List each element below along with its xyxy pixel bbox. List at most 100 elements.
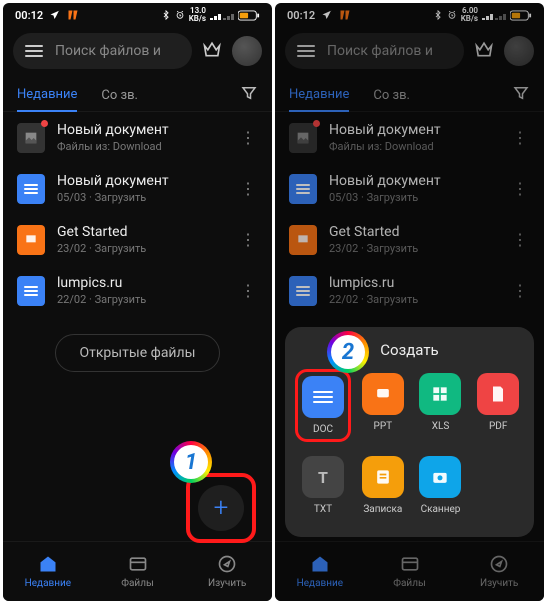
phone-screen-2: 00:12 6.00 KB/s xyxy=(275,3,544,601)
status-bar: 00:12 13.0 KB/s xyxy=(3,3,272,27)
tabs-row: Недавние Со зв. xyxy=(3,75,272,112)
status-time: 00:12 xyxy=(15,9,43,22)
file-sub: 22/02 · Загрузить xyxy=(329,293,498,306)
file-name: Get Started xyxy=(329,224,498,240)
file-row[interactable]: lumpics.ru 22/02 · Загрузить ⋮ xyxy=(3,265,272,316)
file-doc-icon xyxy=(289,174,317,204)
opt-label: XLS xyxy=(432,421,450,432)
filter-icon[interactable] xyxy=(512,84,530,106)
menu-icon[interactable] xyxy=(297,45,315,57)
nav-label: Файлы xyxy=(121,578,153,589)
more-icon[interactable]: ⋮ xyxy=(510,175,530,202)
premium-icon[interactable] xyxy=(202,40,222,62)
create-xls[interactable]: XLS xyxy=(415,369,467,442)
file-image-icon xyxy=(289,123,317,153)
more-icon[interactable]: ⋮ xyxy=(238,124,258,151)
file-image-icon xyxy=(17,123,45,153)
file-row[interactable]: Get Started 23/02 · Загрузить ⋮ xyxy=(3,214,272,265)
file-row[interactable]: lumpics.ru 22/02 · Загрузить ⋮ xyxy=(275,265,544,316)
signal-icon xyxy=(482,10,506,20)
file-row[interactable]: Новый документ 05/03 · Загрузить ⋮ xyxy=(275,163,544,214)
nav-recent[interactable]: Недавние xyxy=(3,542,93,601)
file-ppt-icon xyxy=(289,225,317,255)
more-icon[interactable]: ⋮ xyxy=(510,226,530,253)
search-box[interactable]: Поиск файлов и xyxy=(285,33,464,69)
file-row[interactable]: Get Started 23/02 · Загрузить ⋮ xyxy=(275,214,544,265)
nav-explore[interactable]: Изучить xyxy=(454,542,544,601)
file-name: lumpics.ru xyxy=(57,275,226,291)
nav-files[interactable]: Файлы xyxy=(93,542,183,601)
file-name: Get Started xyxy=(57,224,226,240)
bottom-nav: Недавние Файлы Изучить xyxy=(275,541,544,601)
bottom-nav: Недавние Файлы Изучить xyxy=(3,541,272,601)
search-box[interactable]: Поиск файлов и xyxy=(13,33,192,69)
file-name: Новый документ xyxy=(329,173,498,189)
file-sub: 23/02 · Загрузить xyxy=(57,242,226,255)
nav-label: Изучить xyxy=(480,578,518,589)
file-doc-icon xyxy=(289,276,317,306)
notification-dot xyxy=(313,120,320,127)
telegram-icon xyxy=(49,9,61,21)
more-icon[interactable]: ⋮ xyxy=(510,277,530,304)
opt-label: Записка xyxy=(363,504,402,515)
file-sub: 05/03 · Загрузить xyxy=(329,191,498,204)
create-note[interactable]: Записка xyxy=(357,452,409,519)
more-icon[interactable]: ⋮ xyxy=(238,175,258,202)
alarm-icon xyxy=(447,10,457,20)
telegram-icon xyxy=(321,9,333,21)
filter-icon[interactable] xyxy=(240,84,258,106)
notification-dot xyxy=(41,120,48,127)
alarm-icon xyxy=(175,10,185,20)
data-rate: 13.0 KB/s xyxy=(189,7,206,23)
signal-icon xyxy=(210,10,234,20)
create-ppt[interactable]: PPT xyxy=(357,369,409,442)
file-doc-icon xyxy=(17,276,45,306)
search-placeholder: Поиск файлов и xyxy=(327,43,433,59)
file-row[interactable]: Новый документ Файлы из: Download ⋮ xyxy=(275,112,544,163)
more-icon[interactable]: ⋮ xyxy=(510,124,530,151)
nav-explore[interactable]: Изучить xyxy=(182,542,272,601)
file-name: Новый документ xyxy=(57,122,226,138)
menu-icon[interactable] xyxy=(25,45,43,57)
battery-icon xyxy=(510,10,532,21)
callout-highlight xyxy=(186,473,256,543)
file-row[interactable]: Новый документ 05/03 · Загрузить ⋮ xyxy=(3,163,272,214)
nav-label: Файлы xyxy=(393,578,425,589)
nav-label: Недавние xyxy=(297,578,343,589)
nav-recent[interactable]: Недавние xyxy=(275,542,365,601)
create-scan[interactable]: Сканнер xyxy=(415,452,467,519)
file-name: lumpics.ru xyxy=(329,275,498,291)
avatar[interactable] xyxy=(232,36,262,66)
tab-starred[interactable]: Со зв. xyxy=(373,80,410,111)
more-icon[interactable]: ⋮ xyxy=(238,277,258,304)
bluetooth-icon xyxy=(433,10,443,20)
file-ppt-icon xyxy=(17,225,45,255)
create-txt[interactable]: T TXT xyxy=(295,452,351,519)
opt-label: TXT xyxy=(314,504,332,515)
app-icon xyxy=(339,9,351,21)
nav-files[interactable]: Файлы xyxy=(365,542,455,601)
tab-starred[interactable]: Со зв. xyxy=(101,80,138,111)
more-icon[interactable]: ⋮ xyxy=(238,226,258,253)
opt-label: Сканнер xyxy=(421,504,461,515)
file-sub: 22/02 · Загрузить xyxy=(57,293,226,306)
txt-icon: T xyxy=(302,456,344,498)
create-doc[interactable]: DOC xyxy=(295,369,351,442)
file-name: Новый документ xyxy=(329,122,498,138)
opt-label: PDF xyxy=(489,421,507,432)
app-icon xyxy=(67,9,79,21)
tabs-row: Недавние Со зв. xyxy=(275,75,544,112)
open-files-button[interactable]: Открытые файлы xyxy=(55,334,221,372)
file-doc-icon xyxy=(17,174,45,204)
opt-label: PPT xyxy=(374,421,393,432)
search-placeholder: Поиск файлов и xyxy=(55,43,161,59)
avatar[interactable] xyxy=(504,36,534,66)
doc-icon xyxy=(302,376,344,418)
create-sheet: Создать DOC PPT XLS xyxy=(285,327,534,537)
file-row[interactable]: Новый документ Файлы из: Download ⋮ xyxy=(3,112,272,163)
create-pdf[interactable]: PDF xyxy=(472,369,524,442)
phone-screen-1: 00:12 13.0 KB/s xyxy=(3,3,272,601)
premium-icon[interactable] xyxy=(474,40,494,62)
tab-recent[interactable]: Недавние xyxy=(17,79,77,112)
tab-recent[interactable]: Недавние xyxy=(289,79,349,112)
